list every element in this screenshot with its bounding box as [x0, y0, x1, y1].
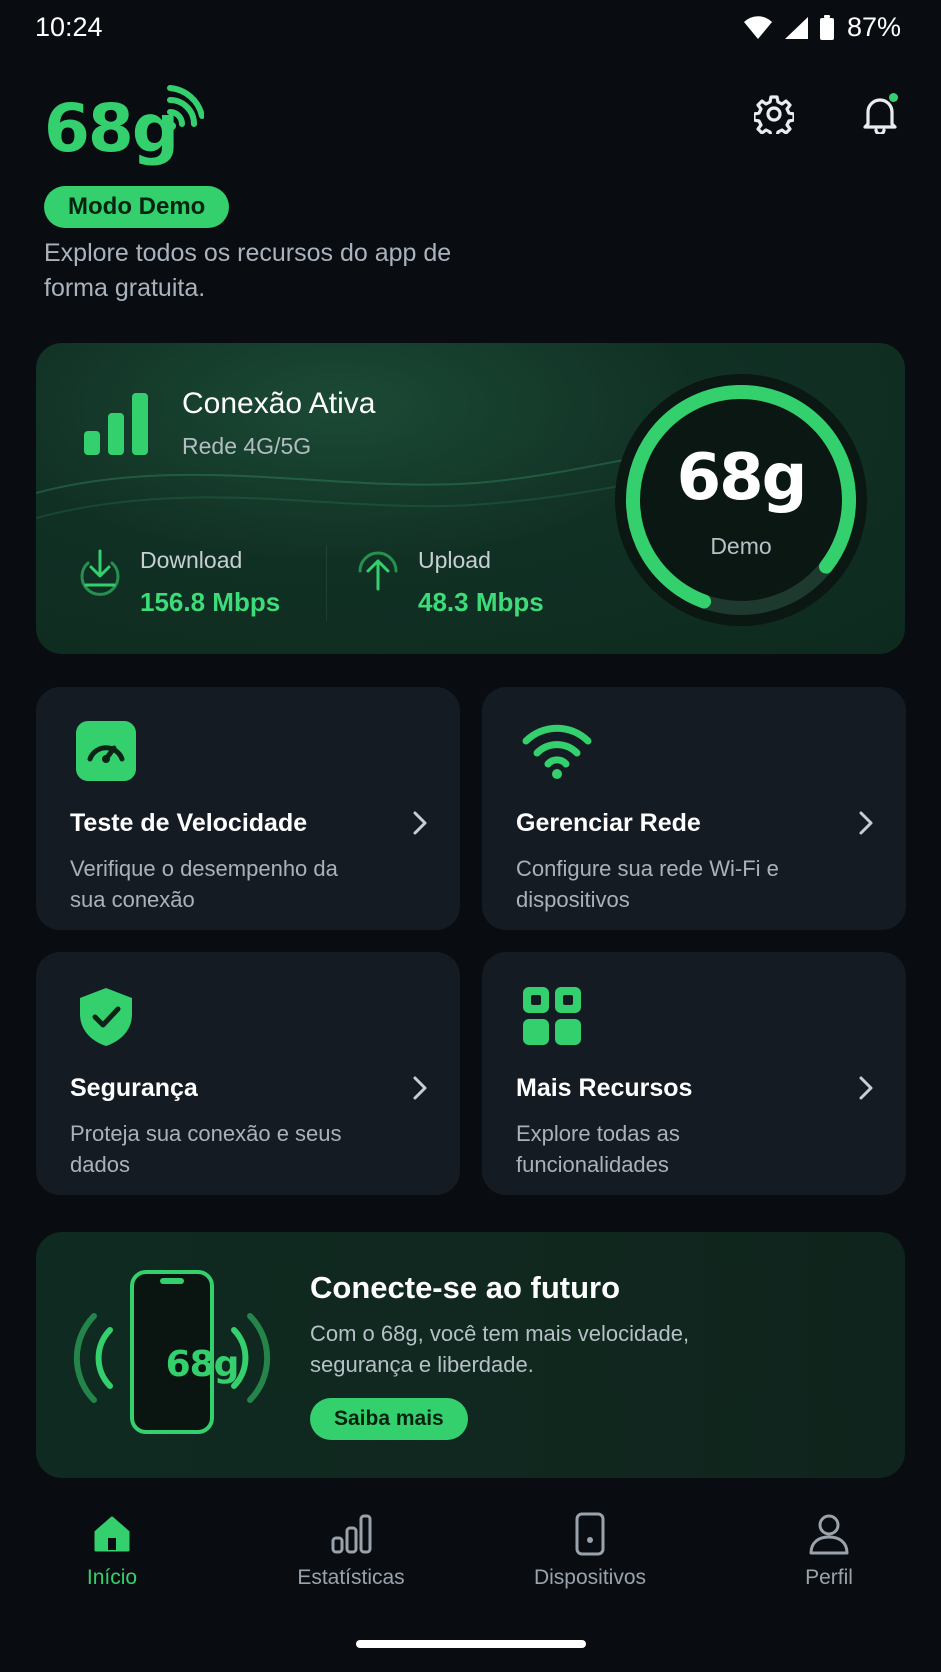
settings-button[interactable] — [750, 90, 798, 138]
learn-more-button[interactable]: Saiba mais — [310, 1398, 468, 1440]
metric-divider — [326, 545, 327, 621]
status-icons: 87% — [743, 12, 901, 43]
connection-card[interactable]: Conexão Ativa Rede 4G/5G Download 156.8 … — [36, 343, 905, 654]
promo-text: Com o 68g, você tem mais velocidade, seg… — [310, 1321, 690, 1377]
nav-item-home[interactable]: Início — [12, 1512, 212, 1590]
shield-check-icon — [80, 988, 132, 1046]
feature-description: Configure sua rede Wi-Fi e dispositivos — [516, 856, 779, 912]
feature-card-manage-network[interactable]: Gerenciar Rede Configure sua rede Wi-Fi … — [482, 687, 906, 930]
chevron-right-icon — [859, 1076, 873, 1100]
nav-item-profile[interactable]: Perfil — [729, 1512, 929, 1590]
feature-title: Mais Recursos — [516, 1074, 693, 1102]
signal-status-icon — [784, 16, 808, 39]
connection-subtitle: Rede 4G/5G — [182, 433, 312, 459]
upload-icon — [358, 551, 398, 591]
nav-label: Dispositivos — [533, 1566, 647, 1589]
notification-dot — [889, 93, 898, 102]
nav-label: Perfil — [805, 1566, 853, 1589]
connection-gauge: 68g Demo — [606, 365, 876, 635]
upload-value: 48.3 Mbps — [418, 587, 544, 617]
download-label: Download — [140, 547, 243, 573]
battery-status-icon — [819, 14, 834, 40]
feature-title: Teste de Velocidade — [70, 809, 308, 837]
device-icon — [575, 1512, 605, 1556]
bar-chart-icon — [331, 1514, 372, 1554]
home-indicator[interactable] — [356, 1640, 586, 1648]
gauge-value: 68g — [676, 441, 808, 515]
status-bar: 10:24 87% — [0, 0, 941, 56]
app-logo: 68g — [44, 82, 204, 172]
feature-card-speed-test[interactable]: Teste de Velocidade Verifique o desempen… — [36, 687, 460, 930]
signal-bars-icon — [84, 393, 148, 455]
promo-title: Conecte-se ao futuro — [310, 1270, 621, 1305]
logo-signal-icon — [167, 85, 204, 130]
notifications-button[interactable] — [856, 90, 904, 138]
header-subtitle: Explore todos os recursos do app de form… — [44, 239, 452, 302]
nav-item-devices[interactable]: Dispositivos — [490, 1512, 690, 1590]
gauge-label: Demo — [710, 533, 772, 559]
connection-title: Conexão Ativa — [182, 387, 376, 420]
feature-description: Explore todas as funcionalidades — [516, 1121, 680, 1177]
header-actions — [750, 90, 904, 138]
promo-banner: 68g Conecte-se ao futuro Com o 68g, você… — [36, 1232, 905, 1478]
wifi-status-icon — [743, 15, 772, 39]
download-icon — [80, 549, 120, 596]
gear-icon — [754, 95, 794, 134]
grid-icon — [523, 987, 581, 1045]
phone-logo-text: 68g — [165, 1344, 240, 1385]
bottom-navigation: Início Estatísticas Dispositivos Perfil — [0, 1500, 941, 1610]
upload-label: Upload — [418, 547, 491, 573]
chevron-right-icon — [859, 811, 873, 835]
chevron-right-icon — [413, 811, 427, 835]
nav-label: Início — [86, 1566, 138, 1589]
chevron-right-icon — [413, 1076, 427, 1100]
demo-mode-badge: Modo Demo — [44, 186, 230, 228]
feature-title: Segurança — [70, 1074, 198, 1102]
home-icon — [94, 1516, 130, 1552]
feature-card-security[interactable]: Segurança Proteja sua conexão e seus dad… — [36, 952, 460, 1195]
nav-item-statistics[interactable]: Estatísticas — [251, 1512, 451, 1590]
feature-description: Verifique o desempenho da sua conexão — [70, 856, 338, 912]
feature-card-more-features[interactable]: Mais Recursos Explore todas as funcional… — [482, 952, 906, 1195]
battery-percentage: 87% — [846, 12, 901, 42]
speedometer-icon — [76, 721, 136, 781]
wifi-icon — [522, 724, 592, 779]
download-value: 156.8 Mbps — [140, 587, 281, 617]
feature-description: Proteja sua conexão e seus dados — [70, 1121, 342, 1177]
user-icon — [809, 1514, 849, 1555]
nav-label: Estatísticas — [297, 1566, 405, 1589]
feature-title: Gerenciar Rede — [516, 809, 701, 837]
status-time: 10:24 — [35, 12, 103, 42]
